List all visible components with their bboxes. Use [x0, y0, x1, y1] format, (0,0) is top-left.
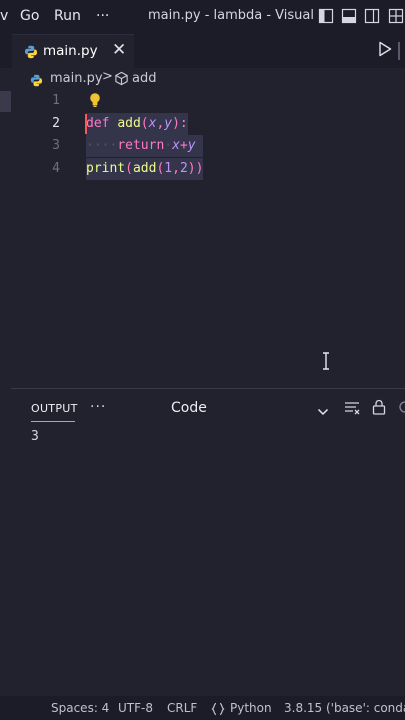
chevron-down-icon	[317, 402, 329, 421]
mouse-ibeam-cursor-icon	[322, 352, 330, 374]
customize-layout-icon[interactable]	[388, 8, 404, 24]
line-number: 3	[52, 138, 60, 153]
token-number: 1	[164, 161, 173, 176]
status-encoding[interactable]: UTF-8	[118, 701, 153, 715]
split-editor-icon[interactable]	[398, 42, 400, 60]
token-punct: (	[140, 116, 149, 131]
text-cursor	[85, 114, 87, 134]
token-punct: (	[125, 161, 133, 176]
line-number: 1	[52, 93, 60, 108]
panel-more-actions[interactable]: ···	[90, 399, 106, 415]
output-text: 3	[31, 429, 39, 444]
code-line-4: print(add(1,2))	[86, 158, 204, 180]
token-keyword: return	[117, 138, 165, 153]
breadcrumb-separator: >	[102, 69, 113, 84]
output-channel-select[interactable]: Code	[165, 394, 335, 422]
token-function: add	[132, 161, 157, 176]
status-eol[interactable]: CRLF	[167, 701, 197, 715]
settings-gear-icon[interactable]	[398, 399, 405, 419]
status-interpreter[interactable]: 3.8.15 ('base': conda)	[284, 701, 405, 715]
tab-label: main.py	[43, 43, 98, 59]
tab-close-button[interactable]: ✕	[112, 40, 126, 60]
token-keyword: def	[86, 116, 110, 131]
output-panel: OUTPUT ··· Code 3	[0, 389, 405, 696]
token-function: add	[117, 116, 141, 131]
token-punct: ,	[172, 161, 180, 176]
token-punct: ))	[187, 161, 204, 176]
line-number-active: 2	[52, 116, 60, 131]
code-line-2: def add(x,y):	[86, 113, 188, 135]
clear-output-icon[interactable]	[344, 400, 361, 419]
menu-run[interactable]: Run	[54, 8, 81, 24]
token-operator: +	[179, 138, 188, 153]
breadcrumb-file[interactable]: main.py	[50, 71, 103, 86]
panel-tab-active-indicator	[31, 421, 75, 422]
token-param: x	[172, 138, 180, 153]
line-number: 4	[52, 161, 60, 176]
status-indentation[interactable]: Spaces: 4	[51, 701, 109, 715]
lightbulb-icon[interactable]	[88, 92, 102, 112]
toggle-panel-icon[interactable]	[341, 8, 357, 24]
braces-icon	[211, 701, 225, 720]
code-line-3: ····return·x+y	[86, 135, 204, 157]
tab-bar: main.py ✕	[0, 34, 405, 68]
breadcrumb: main.py > add	[0, 68, 405, 90]
token-punct: ):	[172, 116, 188, 131]
breadcrumb-symbol[interactable]: add	[132, 71, 156, 86]
code-editor[interactable]: 1 2 3 4 def add(x,y): ····return·x+y pri…	[0, 90, 405, 388]
menu-go[interactable]: Go	[20, 8, 39, 24]
menu-more[interactable]: ···	[96, 8, 109, 24]
token-builtin: print	[86, 161, 126, 176]
token-whitespace: ····	[86, 138, 118, 153]
toggle-secondary-sidebar-icon[interactable]	[364, 8, 380, 24]
token-param: y	[164, 116, 173, 131]
lock-icon[interactable]	[372, 399, 386, 419]
token-number: 2	[179, 161, 188, 176]
panel-tab-output[interactable]: OUTPUT	[31, 402, 78, 415]
window-title: main.py - lambda - Visual St...	[148, 8, 313, 23]
python-icon	[24, 44, 38, 63]
symbol-method-icon	[114, 71, 129, 90]
title-bar: v Go Run ··· main.py - lambda - Visual S…	[0, 0, 405, 34]
active-line-marker	[0, 91, 11, 112]
status-bar: Spaces: 4 UTF-8 CRLF Python 3.8.15 ('bas…	[0, 696, 405, 720]
python-icon	[30, 72, 43, 91]
output-channel-value: Code	[171, 400, 207, 416]
token-param: y	[187, 138, 196, 153]
run-python-file-icon[interactable]	[378, 41, 392, 61]
tab-main-py[interactable]: main.py ✕	[12, 34, 134, 68]
status-language[interactable]: Python	[230, 701, 272, 715]
toggle-sidebar-icon[interactable]	[318, 8, 334, 24]
menu-view[interactable]: v	[0, 8, 8, 24]
